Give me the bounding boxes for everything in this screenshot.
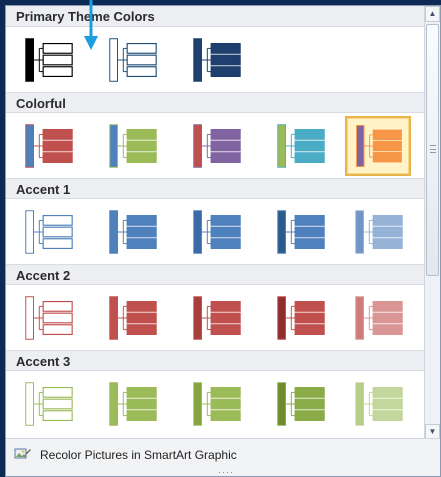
color-option-tile[interactable] xyxy=(267,202,333,262)
color-option-tile[interactable] xyxy=(15,30,81,90)
hierarchy-list-icon xyxy=(25,38,73,82)
scroll-grip-icon xyxy=(430,145,436,153)
hierarchy-list-icon xyxy=(277,382,325,426)
scroll-up-button[interactable]: ▲ xyxy=(425,6,440,22)
tile-row xyxy=(6,199,426,264)
color-option-tile[interactable] xyxy=(345,288,411,348)
hierarchy-list-icon xyxy=(109,296,157,340)
hierarchy-list-icon xyxy=(109,210,157,254)
hierarchy-list-icon xyxy=(277,296,325,340)
recolor-pictures-button[interactable]: Recolor Pictures in SmartArt Graphic xyxy=(12,444,274,466)
tile-row xyxy=(6,285,426,350)
hierarchy-list-icon xyxy=(109,382,157,426)
color-option-tile[interactable] xyxy=(345,202,411,262)
hierarchy-list-icon xyxy=(25,210,73,254)
color-option-tile[interactable] xyxy=(183,30,249,90)
hierarchy-list-icon xyxy=(109,124,157,168)
tile-row xyxy=(6,27,426,92)
color-option-tile[interactable] xyxy=(15,288,81,348)
color-option-tile[interactable] xyxy=(15,202,81,262)
color-option-tile[interactable] xyxy=(345,116,411,176)
hierarchy-list-icon xyxy=(25,382,73,426)
section-header: Colorful xyxy=(6,92,426,113)
recolor-pictures-label: Recolor Pictures in SmartArt Graphic xyxy=(40,448,237,462)
hierarchy-list-icon xyxy=(355,296,403,340)
color-option-tile[interactable] xyxy=(99,288,165,348)
hierarchy-list-icon xyxy=(25,296,73,340)
gallery-scroll-area[interactable]: Primary Theme Colors Colorful Accent 1 Acce… xyxy=(6,6,426,440)
color-option-tile[interactable] xyxy=(183,202,249,262)
recolor-pictures-icon xyxy=(14,445,32,466)
section-header: Primary Theme Colors xyxy=(6,6,426,27)
hierarchy-list-icon xyxy=(109,38,157,82)
section-header: Accent 2 xyxy=(6,264,426,285)
tile-row xyxy=(6,113,426,178)
color-option-tile[interactable] xyxy=(267,288,333,348)
color-option-tile[interactable] xyxy=(345,374,411,434)
section-header: Accent 1 xyxy=(6,178,426,199)
color-option-tile[interactable] xyxy=(183,116,249,176)
color-option-tile[interactable] xyxy=(15,116,81,176)
hierarchy-list-icon xyxy=(277,124,325,168)
color-option-tile[interactable] xyxy=(99,374,165,434)
hierarchy-list-icon xyxy=(355,210,403,254)
hierarchy-list-icon xyxy=(193,382,241,426)
smartart-color-gallery: Primary Theme Colors Colorful Accent 1 Acce… xyxy=(5,5,441,477)
section-header: Accent 3 xyxy=(6,350,426,371)
vertical-scrollbar[interactable]: ▲ ▼ xyxy=(424,6,440,440)
tile-row xyxy=(6,371,426,436)
hierarchy-list-icon xyxy=(193,210,241,254)
hierarchy-list-icon xyxy=(277,210,325,254)
gallery-footer: Recolor Pictures in SmartArt Graphic ···… xyxy=(6,438,440,477)
color-option-tile[interactable] xyxy=(183,288,249,348)
hierarchy-list-icon xyxy=(193,296,241,340)
color-option-tile[interactable] xyxy=(267,116,333,176)
color-option-tile[interactable] xyxy=(15,374,81,434)
color-option-tile[interactable] xyxy=(267,374,333,434)
hierarchy-list-icon xyxy=(25,124,73,168)
hierarchy-list-icon xyxy=(193,124,241,168)
color-option-tile[interactable] xyxy=(99,116,165,176)
hierarchy-list-icon xyxy=(355,382,403,426)
scroll-thumb[interactable] xyxy=(426,24,439,276)
color-option-tile[interactable] xyxy=(99,30,165,90)
hierarchy-list-icon xyxy=(193,38,241,82)
color-option-tile[interactable] xyxy=(99,202,165,262)
color-option-tile[interactable] xyxy=(183,374,249,434)
resize-grip-icon[interactable]: ···· xyxy=(214,468,238,477)
hierarchy-list-icon xyxy=(356,125,402,167)
